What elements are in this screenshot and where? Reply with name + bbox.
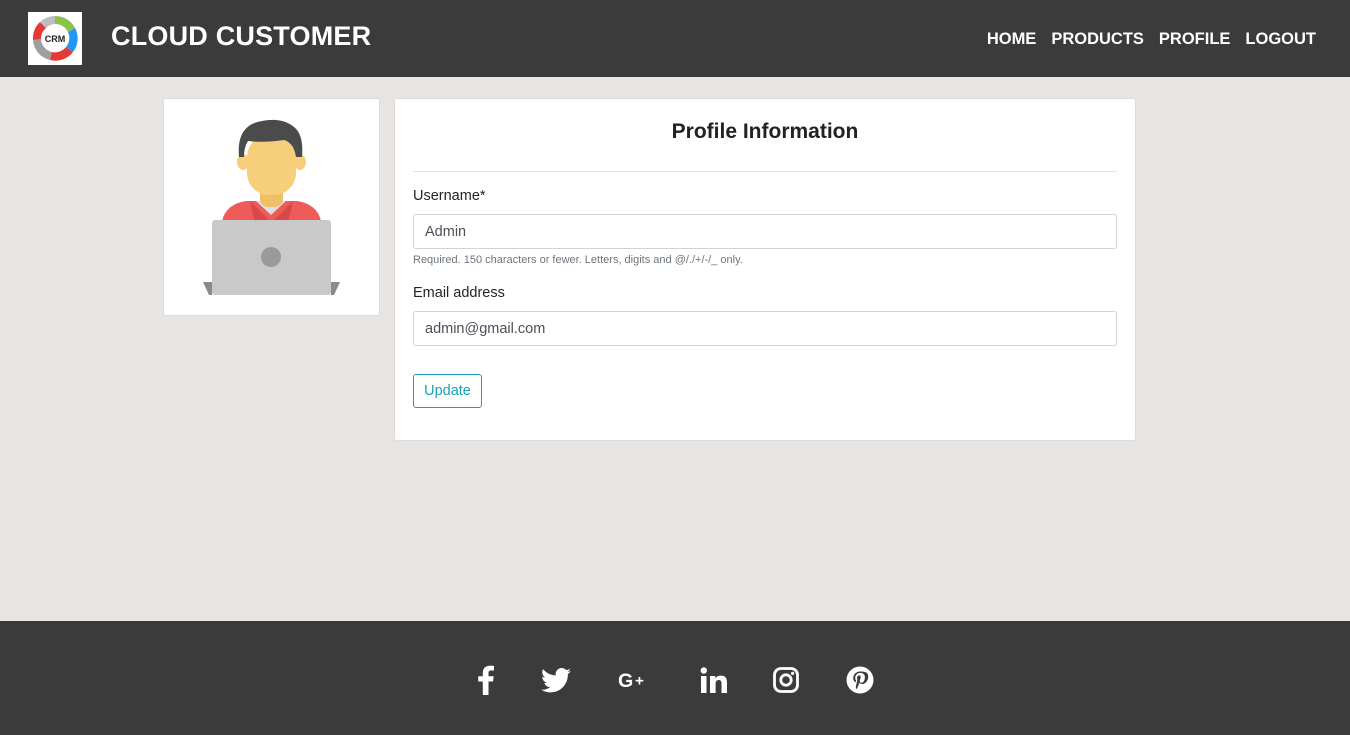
avatar-card — [163, 98, 380, 316]
brand-title[interactable]: CLOUD CUSTOMER — [111, 21, 371, 52]
facebook-icon[interactable] — [469, 663, 503, 697]
svg-text:G: G — [618, 670, 633, 692]
user-avatar-illustration — [203, 119, 340, 295]
profile-form-card: Profile Information Username* Required. … — [394, 98, 1136, 441]
logo-text: CRM — [45, 34, 66, 44]
main-nav: HOME PRODUCTS PROFILE LOGOUT — [987, 30, 1316, 49]
update-button[interactable]: Update — [413, 374, 482, 408]
instagram-icon[interactable] — [769, 663, 803, 697]
nav-home[interactable]: HOME — [987, 30, 1037, 49]
twitter-icon[interactable] — [539, 663, 573, 697]
svg-text:+: + — [635, 672, 644, 689]
username-help-text: Required. 150 characters or fewer. Lette… — [413, 254, 743, 266]
profile-title: Profile Information — [671, 120, 859, 143]
email-label: Email address — [413, 285, 505, 301]
nav-products[interactable]: PRODUCTS — [1051, 30, 1144, 49]
footer: G + — [0, 621, 1350, 735]
crm-logo[interactable]: CRM — [28, 12, 82, 65]
email-input[interactable] — [413, 311, 1117, 346]
nav-profile[interactable]: PROFILE — [1159, 30, 1231, 49]
nav-logout[interactable]: LOGOUT — [1245, 30, 1316, 49]
crm-logo-graphic: CRM — [32, 15, 78, 61]
username-input[interactable] — [413, 214, 1117, 249]
google-plus-icon[interactable]: G + — [618, 663, 652, 697]
username-label: Username* — [413, 188, 486, 204]
linkedin-icon[interactable] — [697, 663, 731, 697]
title-divider — [413, 171, 1117, 172]
pinterest-icon[interactable] — [843, 663, 877, 697]
top-navbar: CRM CLOUD CUSTOMER HOME PRODUCTS PROFILE… — [0, 0, 1350, 77]
